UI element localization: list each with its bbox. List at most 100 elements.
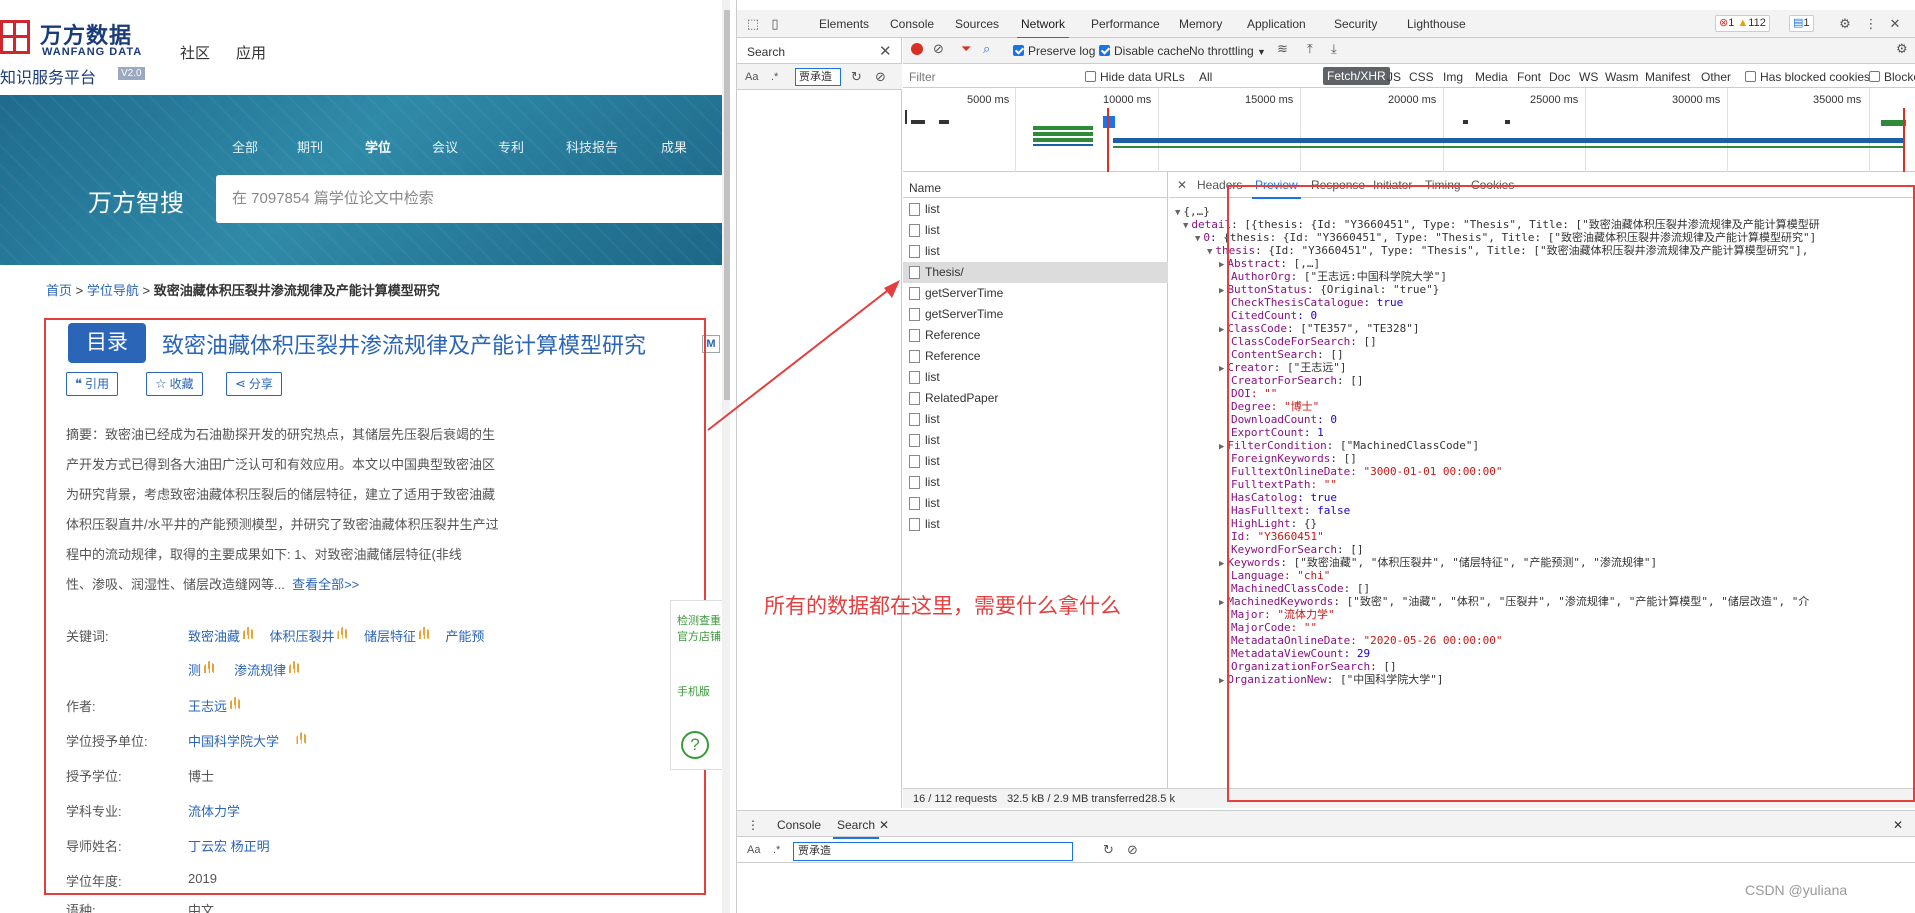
expanded-triangle-icon[interactable]: ▼	[1175, 208, 1180, 218]
tab-lighthouse[interactable]: Lighthouse	[1407, 17, 1466, 31]
tab-application[interactable]: Application	[1247, 17, 1306, 31]
request-row[interactable]: Reference	[903, 325, 1168, 346]
request-row[interactable]: list	[903, 367, 1168, 388]
tab-preview[interactable]: Preview	[1252, 178, 1301, 199]
request-row[interactable]: Reference	[903, 346, 1168, 367]
has-blocked-cookies-checkbox[interactable]: Has blocked cookies	[1745, 70, 1870, 84]
tab-network[interactable]: Network	[1016, 17, 1070, 39]
tab-achievement[interactable]: 成果	[661, 137, 687, 156]
network-timeline[interactable]: 5000 ms 10000 ms 15000 ms 20000 ms 25000…	[903, 88, 1915, 172]
clear-icon[interactable]: ⊘	[1127, 842, 1138, 858]
request-row-selected[interactable]: Thesis/	[903, 262, 1168, 283]
request-row[interactable]: list	[903, 451, 1168, 472]
issues-badge[interactable]: ⊗1 ▲112	[1715, 15, 1770, 32]
breadcrumb-home[interactable]: 首页	[46, 283, 72, 298]
match-case-toggle[interactable]: Aa	[747, 844, 760, 856]
tab-console[interactable]: Console	[890, 17, 934, 31]
refresh-icon[interactable]: ↻	[851, 69, 862, 85]
type-all[interactable]: All	[1199, 70, 1212, 84]
device-toolbar-icon[interactable]: ▯	[767, 16, 783, 32]
expanded-triangle-icon[interactable]: ▼	[1207, 247, 1212, 257]
inspect-icon[interactable]: ⬚	[745, 16, 761, 32]
tab-patent[interactable]: 专利	[498, 137, 524, 156]
clear-log-icon[interactable]: ⊘	[933, 41, 944, 57]
network-settings-icon[interactable]: ⚙	[1896, 41, 1908, 57]
drawer-search-input[interactable]: 贾承造	[793, 842, 1073, 861]
tab-response[interactable]: Response	[1311, 178, 1365, 192]
import-har-icon[interactable]: ⤒	[1307, 41, 1313, 57]
close-icon[interactable]: ✕	[879, 818, 889, 832]
type-other[interactable]: Other	[1701, 70, 1731, 84]
tab-journal[interactable]: 期刊	[297, 137, 323, 156]
more-menu-icon[interactable]: ⋮	[1863, 16, 1879, 32]
type-fetch-xhr[interactable]: Fetch/XHR	[1323, 67, 1390, 85]
page-scrollbar[interactable]	[722, 0, 730, 913]
type-ws[interactable]: WS	[1579, 70, 1598, 84]
tab-memory[interactable]: Memory	[1179, 17, 1222, 31]
match-case-toggle[interactable]: Aa	[745, 71, 758, 83]
tab-performance[interactable]: Performance	[1091, 17, 1160, 31]
throttling-select[interactable]: No throttling ▼	[1189, 44, 1266, 58]
record-icon[interactable]	[911, 43, 923, 55]
request-row[interactable]: list	[903, 514, 1168, 535]
settings-gear-icon[interactable]: ⚙	[1837, 16, 1853, 32]
type-js[interactable]: JS	[1387, 70, 1401, 84]
drawer-tab-console[interactable]: Console	[777, 818, 821, 832]
close-details-icon[interactable]: ✕	[1177, 178, 1187, 192]
type-css[interactable]: CSS	[1409, 70, 1434, 84]
search-query-input[interactable]: 贾承造	[795, 68, 841, 86]
request-row[interactable]: getServerTime	[903, 283, 1168, 304]
expanded-triangle-icon[interactable]: ▼	[1183, 221, 1188, 231]
request-row[interactable]: list	[903, 241, 1168, 262]
request-row[interactable]: list	[903, 472, 1168, 493]
help-icon[interactable]: ?	[681, 731, 709, 759]
request-row[interactable]: list	[903, 409, 1168, 430]
hide-data-urls-checkbox[interactable]: Hide data URLs	[1085, 70, 1185, 84]
type-wasm[interactable]: Wasm	[1605, 70, 1639, 84]
side-mobile-link[interactable]: 手机版	[677, 683, 710, 699]
type-manifest[interactable]: Manifest	[1645, 70, 1690, 84]
request-row[interactable]: list	[903, 430, 1168, 451]
tab-initiator[interactable]: Initiator	[1373, 178, 1412, 192]
tab-security[interactable]: Security	[1334, 17, 1377, 31]
refresh-icon[interactable]: ↻	[1103, 842, 1114, 858]
json-line[interactable]: ▶ OrganizationNew: ["中国科学院大学"]	[1219, 672, 1444, 688]
request-row[interactable]: list	[903, 220, 1168, 241]
tab-conference[interactable]: 会议	[432, 137, 458, 156]
tab-cookies[interactable]: Cookies	[1471, 178, 1514, 192]
clear-icon[interactable]: ⊘	[875, 69, 886, 85]
type-media[interactable]: Media	[1475, 70, 1508, 84]
tab-tech-report[interactable]: 科技报告	[566, 137, 618, 156]
breadcrumb-degree-nav[interactable]: 学位导航	[87, 283, 139, 298]
network-conditions-icon[interactable]: ≋	[1277, 41, 1288, 57]
close-devtools-icon[interactable]: ✕	[1887, 16, 1903, 32]
disable-cache-checkbox[interactable]: Disable cache	[1099, 44, 1189, 58]
tab-sources[interactable]: Sources	[955, 17, 999, 31]
search-input[interactable]: 在 7097854 篇学位论文中检索	[216, 175, 730, 223]
drawer-menu-icon[interactable]: ⋮	[747, 818, 759, 832]
collapsed-triangle-icon[interactable]: ▶	[1219, 676, 1224, 686]
search-icon[interactable]: ⌕	[983, 41, 990, 57]
type-img[interactable]: Img	[1443, 70, 1463, 84]
preserve-log-checkbox[interactable]: Preserve log	[1013, 44, 1095, 58]
close-drawer-icon[interactable]: ✕	[1893, 818, 1903, 832]
nav-apps[interactable]: 应用	[236, 42, 266, 63]
tab-timing[interactable]: Timing	[1425, 178, 1461, 192]
request-row[interactable]: list	[903, 199, 1168, 220]
filter-icon[interactable]: ⏷	[961, 41, 971, 57]
tab-elements[interactable]: Elements	[819, 17, 869, 31]
filter-input[interactable]: Filter	[909, 70, 936, 84]
nav-community[interactable]: 社区	[180, 42, 210, 63]
expanded-triangle-icon[interactable]: ▼	[1195, 234, 1200, 244]
blocked-requests-checkbox[interactable]: Blocked Requests	[1869, 70, 1915, 84]
request-row[interactable]: list	[903, 493, 1168, 514]
side-shop-link[interactable]: 检测查重 官方店铺	[677, 613, 721, 645]
drawer-tab-search[interactable]: Search	[832, 818, 880, 839]
type-font[interactable]: Font	[1517, 70, 1541, 84]
tab-headers[interactable]: Headers	[1197, 178, 1242, 192]
tab-degree[interactable]: 学位	[365, 137, 391, 156]
close-icon[interactable]: ✕	[879, 42, 892, 60]
request-row[interactable]: RelatedPaper	[903, 388, 1168, 409]
wanfang-logo-icon[interactable]	[0, 20, 30, 54]
messages-badge[interactable]: ▤1	[1789, 15, 1814, 32]
